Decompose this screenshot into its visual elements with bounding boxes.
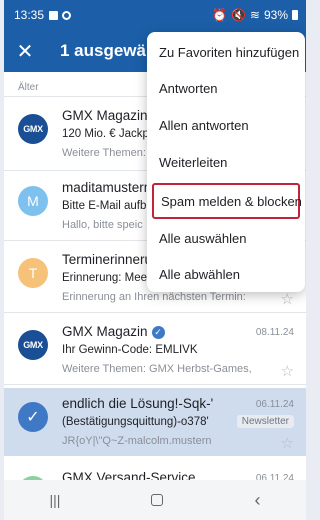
sender-avatar: GMX	[18, 114, 48, 144]
mail-date: 08.11.24	[255, 327, 294, 338]
mail-list-item-selected[interactable]: ✓ endlich die Lösung!-Sqk-' 06.11.24 (Be…	[4, 388, 306, 456]
mail-preview: Weitere Themen: GMX Herbst-Games,	[62, 363, 252, 375]
settings-notification-icon	[62, 10, 72, 20]
gallery-notification-icon	[49, 10, 59, 20]
sender-avatar: M	[18, 186, 48, 216]
phone-screen: 13:35 ⏰ 🔇 ≋ 93% ✕ 1 ausgewählt Älter GMX…	[4, 0, 306, 520]
verified-sender-icon: ✓	[151, 325, 165, 339]
status-notification-icons	[49, 10, 72, 20]
sender-avatar: GMX	[18, 330, 48, 360]
divider	[4, 312, 306, 313]
menu-item-select-all[interactable]: Alle auswählen	[147, 220, 305, 256]
star-icon[interactable]: ☆	[281, 362, 294, 380]
home-icon[interactable]	[151, 494, 164, 506]
mail-sender-name: GMX Magazin	[62, 324, 148, 339]
mail-list-item[interactable]: GMX GMX Magazin ✓ 08.11.24 Ihr Gewinn-Cod…	[4, 316, 306, 384]
mail-sender: GMX Magazin	[62, 108, 148, 123]
alarm-icon: ⏰	[212, 8, 227, 22]
status-bar: 13:35 ⏰ 🔇 ≋ 93%	[4, 0, 306, 30]
menu-item-reply[interactable]: Antworten	[147, 70, 305, 106]
recents-icon[interactable]: |||	[50, 492, 61, 508]
menu-item-forward[interactable]: Weiterleiten	[147, 144, 305, 180]
star-icon[interactable]: ☆	[281, 290, 294, 308]
back-icon[interactable]: ‹	[254, 490, 260, 511]
menu-item-reply-all[interactable]: Allen antworten	[147, 107, 305, 143]
sender-avatar: T	[18, 258, 48, 288]
mail-date: 06.11.24	[255, 399, 294, 410]
mail-sender: Terminerinneru	[62, 252, 153, 267]
menu-item-deselect-all[interactable]: Alle abwählen	[147, 256, 305, 292]
mute-icon: 🔇	[230, 8, 246, 22]
menu-item-report-spam[interactable]: Spam melden & blocken	[152, 183, 302, 219]
mail-sender: endlich die Lösung!-Sqk-'	[62, 396, 214, 411]
mail-preview: Erinnerung an Ihren nächsten Termin:	[62, 291, 246, 303]
battery-level: 93%	[263, 8, 288, 22]
system-navigation-bar: ||| ‹	[4, 480, 306, 520]
mail-sender: maditamusterm	[62, 180, 156, 195]
divider	[4, 384, 306, 385]
battery-icon	[292, 10, 298, 20]
status-time: 13:35	[14, 8, 45, 22]
mail-preview: JR{oY|\"Q~Z-malcolm.mustern	[62, 435, 212, 447]
overflow-menu: Zu Favoriten hinzufügen Antworten Allen …	[147, 32, 305, 292]
mail-subject: Ihr Gewinn-Code: EMLIVK	[62, 344, 198, 356]
mail-sender: GMX Magazin ✓	[62, 324, 165, 339]
check-icon[interactable]: ✓	[18, 402, 48, 432]
status-right: ⏰ 🔇 ≋ 93%	[212, 8, 298, 22]
section-label-older: Älter	[18, 82, 39, 93]
menu-item-add-favorite[interactable]: Zu Favoriten hinzufügen	[147, 34, 305, 70]
close-icon[interactable]: ✕	[4, 39, 46, 64]
wifi-icon: ≋	[249, 8, 260, 22]
star-icon[interactable]: ☆	[281, 434, 294, 452]
newsletter-badge: Newsletter	[236, 415, 294, 428]
